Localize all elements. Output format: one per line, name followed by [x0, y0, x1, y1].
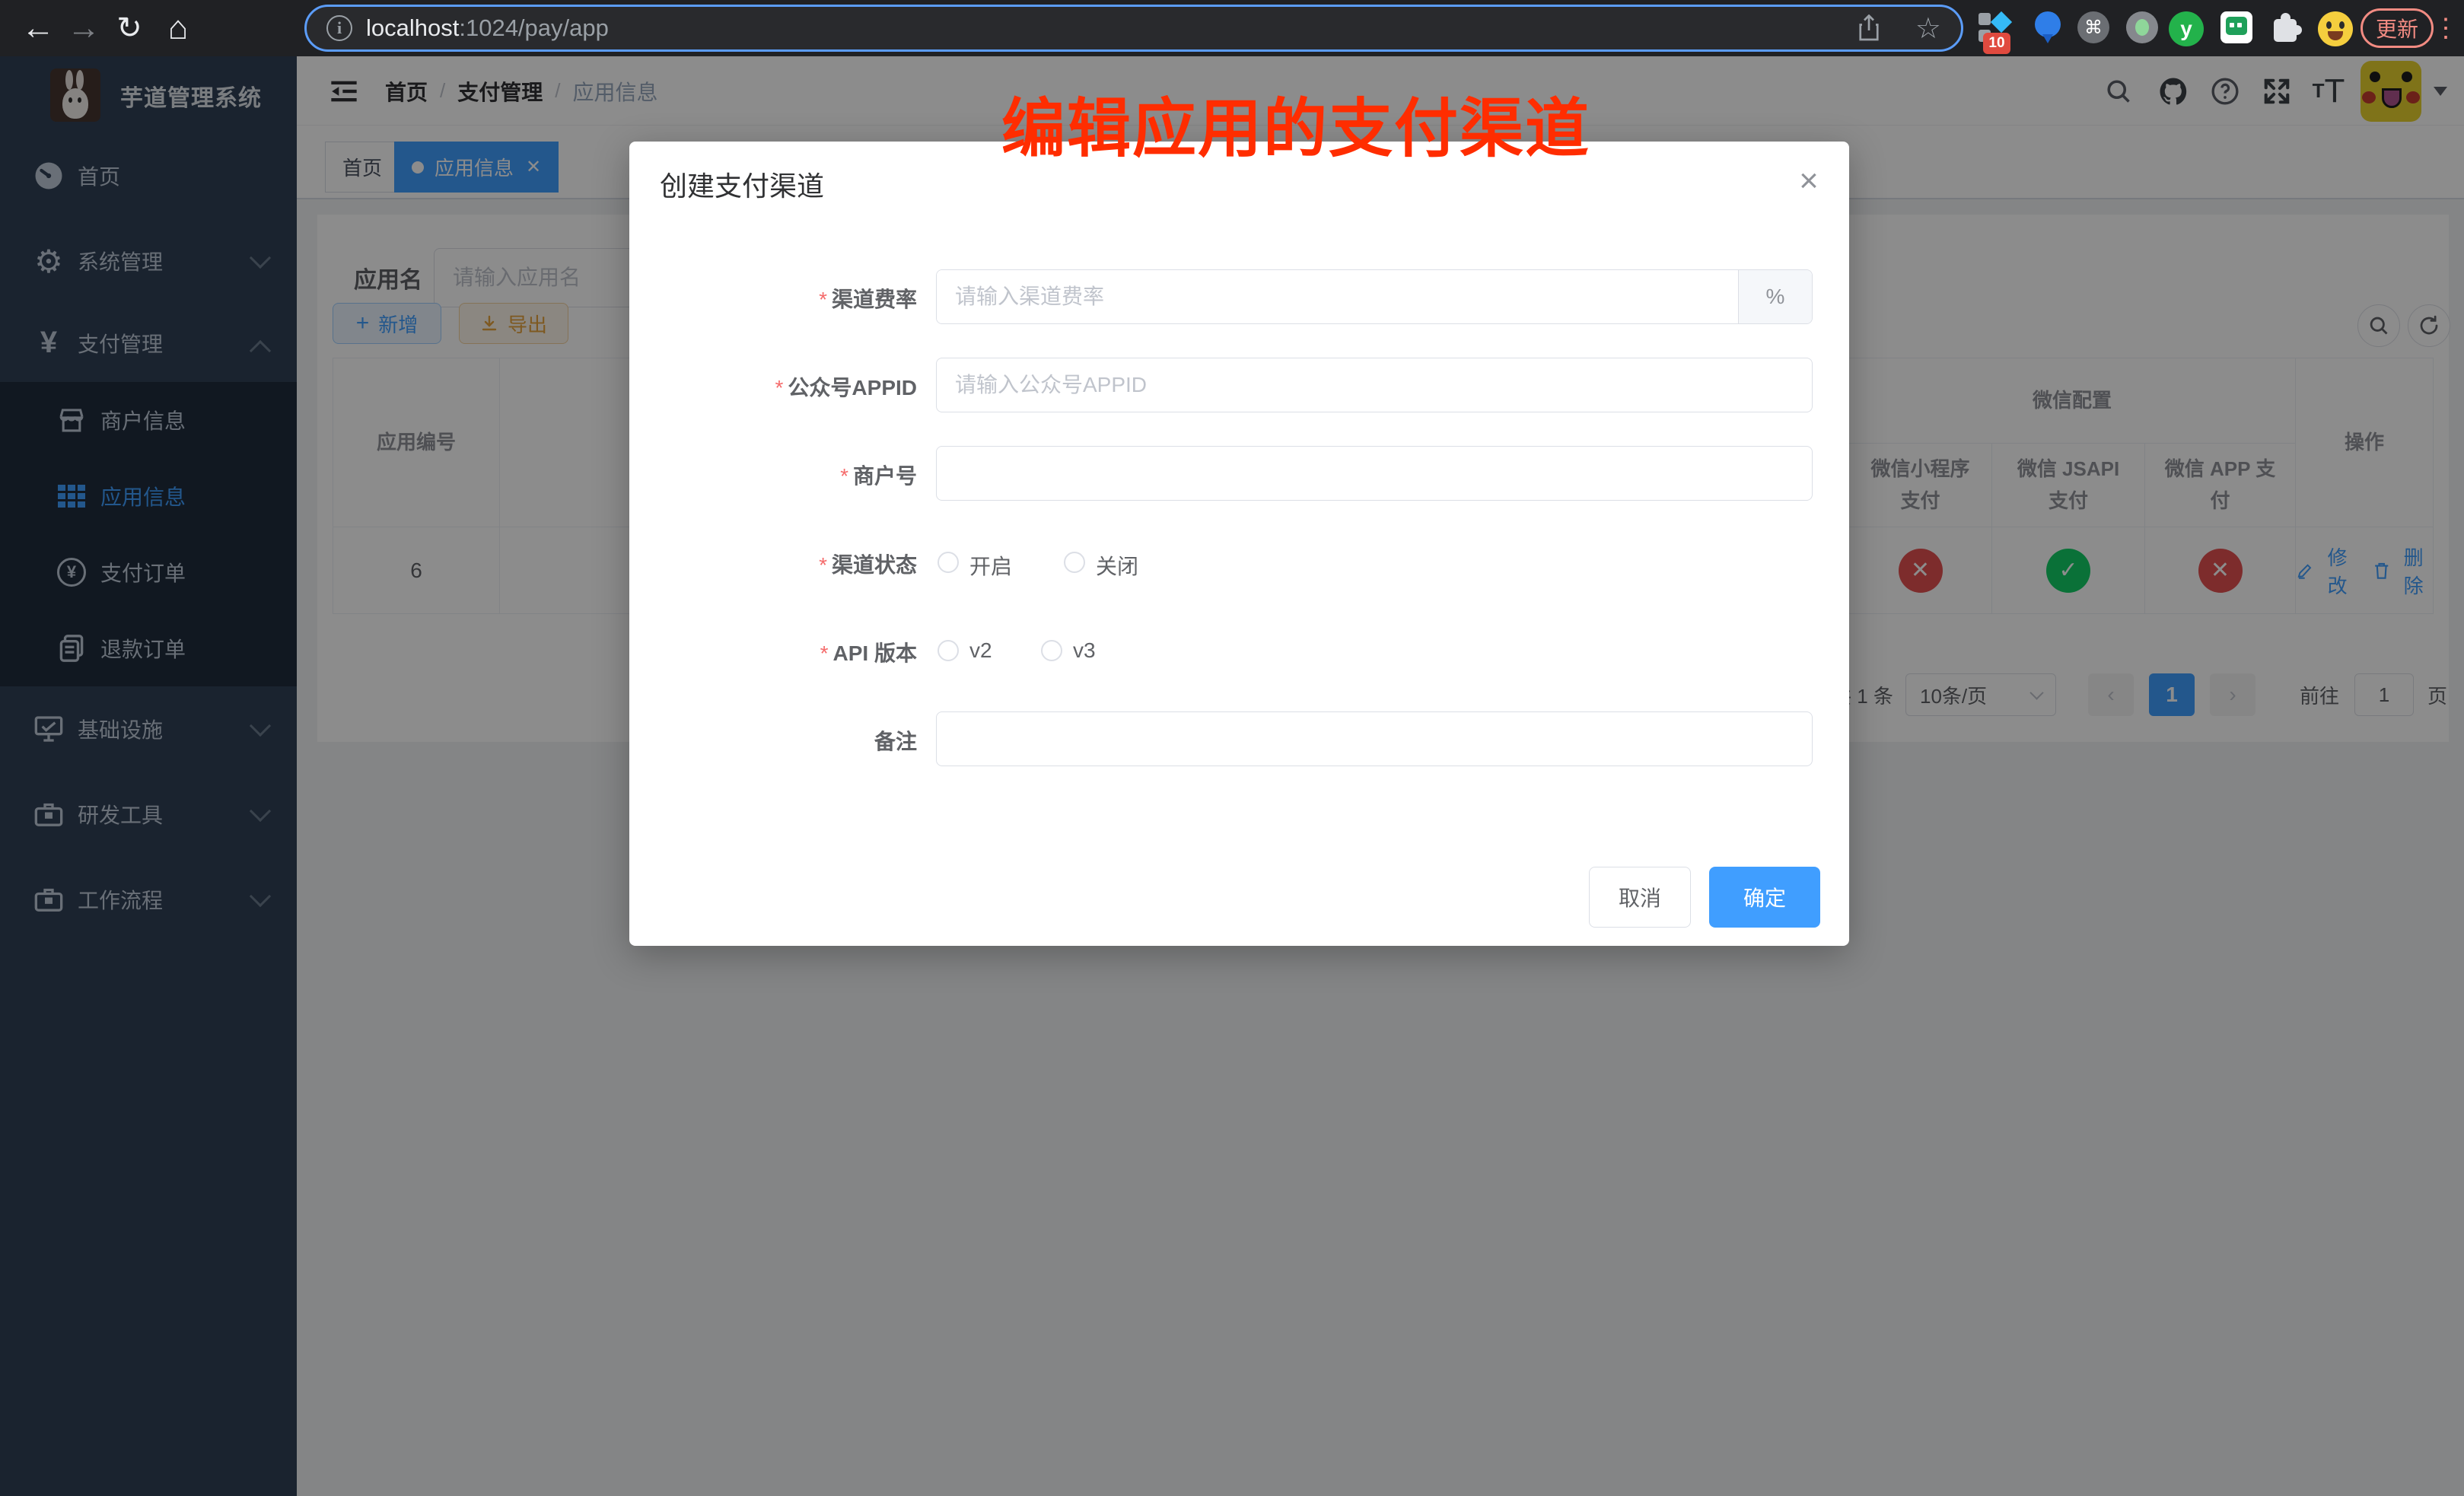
- back-icon[interactable]: ←: [15, 0, 61, 56]
- address-bar[interactable]: i localhost :1024/pay/app ☆: [304, 5, 1963, 52]
- dialog-title: 创建支付渠道: [660, 164, 824, 204]
- browser-toolbar: ← → ↻ ⌂ i localhost :1024/pay/app ☆ 10 ⌘: [0, 0, 2464, 56]
- appid-label: *公众号APPID: [629, 371, 917, 402]
- api-v3-label[interactable]: v3: [1073, 638, 1096, 663]
- required-asterisk: *: [840, 464, 848, 488]
- status-off-radio[interactable]: [1064, 552, 1085, 573]
- extension-dot-icon[interactable]: [2126, 11, 2158, 43]
- merchant-input[interactable]: [936, 446, 1813, 501]
- home-icon[interactable]: ⌂: [155, 0, 201, 56]
- confirm-button[interactable]: 确定: [1709, 867, 1820, 928]
- merchant-input-wrap: [936, 446, 1813, 501]
- status-off-label[interactable]: 关闭: [1096, 550, 1138, 581]
- browser-menu-icon[interactable]: ⋮: [2438, 9, 2453, 47]
- extensions-puzzle-icon[interactable]: [2269, 11, 2303, 45]
- required-asterisk: *: [819, 288, 827, 311]
- required-asterisk: *: [819, 553, 827, 577]
- remark-label: 备注: [629, 725, 917, 756]
- close-icon[interactable]: ×: [1786, 158, 1832, 204]
- extension-y-icon[interactable]: y: [2169, 11, 2204, 46]
- remark-input[interactable]: [936, 711, 1813, 766]
- site-info-icon[interactable]: i: [326, 15, 352, 41]
- api-version-label: *API 版本: [629, 637, 917, 667]
- url-path: :1024/pay/app: [459, 14, 609, 42]
- share-icon[interactable]: [1858, 14, 1880, 42]
- required-asterisk: *: [820, 641, 829, 665]
- extension-balloon-icon[interactable]: [2033, 11, 2064, 45]
- required-asterisk: *: [775, 376, 784, 399]
- status-on-label[interactable]: 开启: [969, 550, 1012, 581]
- browser-update-label: 更新: [2376, 13, 2418, 43]
- extension-command-icon[interactable]: ⌘: [2077, 11, 2109, 43]
- merchant-label: *商户号: [629, 460, 917, 490]
- extension-tabs-icon[interactable]: 10: [1979, 11, 2014, 46]
- rate-input[interactable]: [937, 270, 1738, 323]
- cancel-button[interactable]: 取消: [1589, 867, 1691, 928]
- extension-badge: 10: [1983, 33, 2010, 54]
- rate-input-group: %: [936, 269, 1813, 324]
- web-app: 芋道管理系统 首页 ⚙ 系统管理 ¥ 支付管理: [0, 56, 2464, 1496]
- url-host: localhost: [366, 14, 459, 42]
- bookmark-star-icon[interactable]: ☆: [1915, 11, 1941, 46]
- status-label: *渠道状态: [629, 549, 917, 579]
- api-v2-radio[interactable]: [938, 640, 959, 661]
- annotation-text: 编辑应用的支付渠道: [1001, 78, 1590, 170]
- status-on-radio[interactable]: [938, 552, 959, 573]
- browser-update-button[interactable]: 更新: [2361, 8, 2434, 48]
- browser-profile-avatar[interactable]: [2318, 11, 2353, 46]
- api-v3-radio[interactable]: [1041, 640, 1062, 661]
- api-v2-label[interactable]: v2: [969, 638, 992, 663]
- forward-icon[interactable]: →: [61, 0, 107, 56]
- screen: ← → ↻ ⌂ i localhost :1024/pay/app ☆ 10 ⌘: [0, 0, 2464, 1496]
- rate-label: *渠道费率: [629, 283, 917, 314]
- appid-input[interactable]: [936, 358, 1813, 412]
- percent-suffix: %: [1738, 270, 1812, 323]
- appid-input-wrap: [936, 358, 1813, 412]
- refresh-icon[interactable]: ↻: [107, 0, 152, 56]
- extension-chat-icon[interactable]: [2220, 11, 2252, 43]
- remark-input-wrap: [936, 711, 1813, 766]
- create-pay-channel-dialog: 创建支付渠道 × *渠道费率 % *公众号APPID *商户号: [629, 142, 1849, 946]
